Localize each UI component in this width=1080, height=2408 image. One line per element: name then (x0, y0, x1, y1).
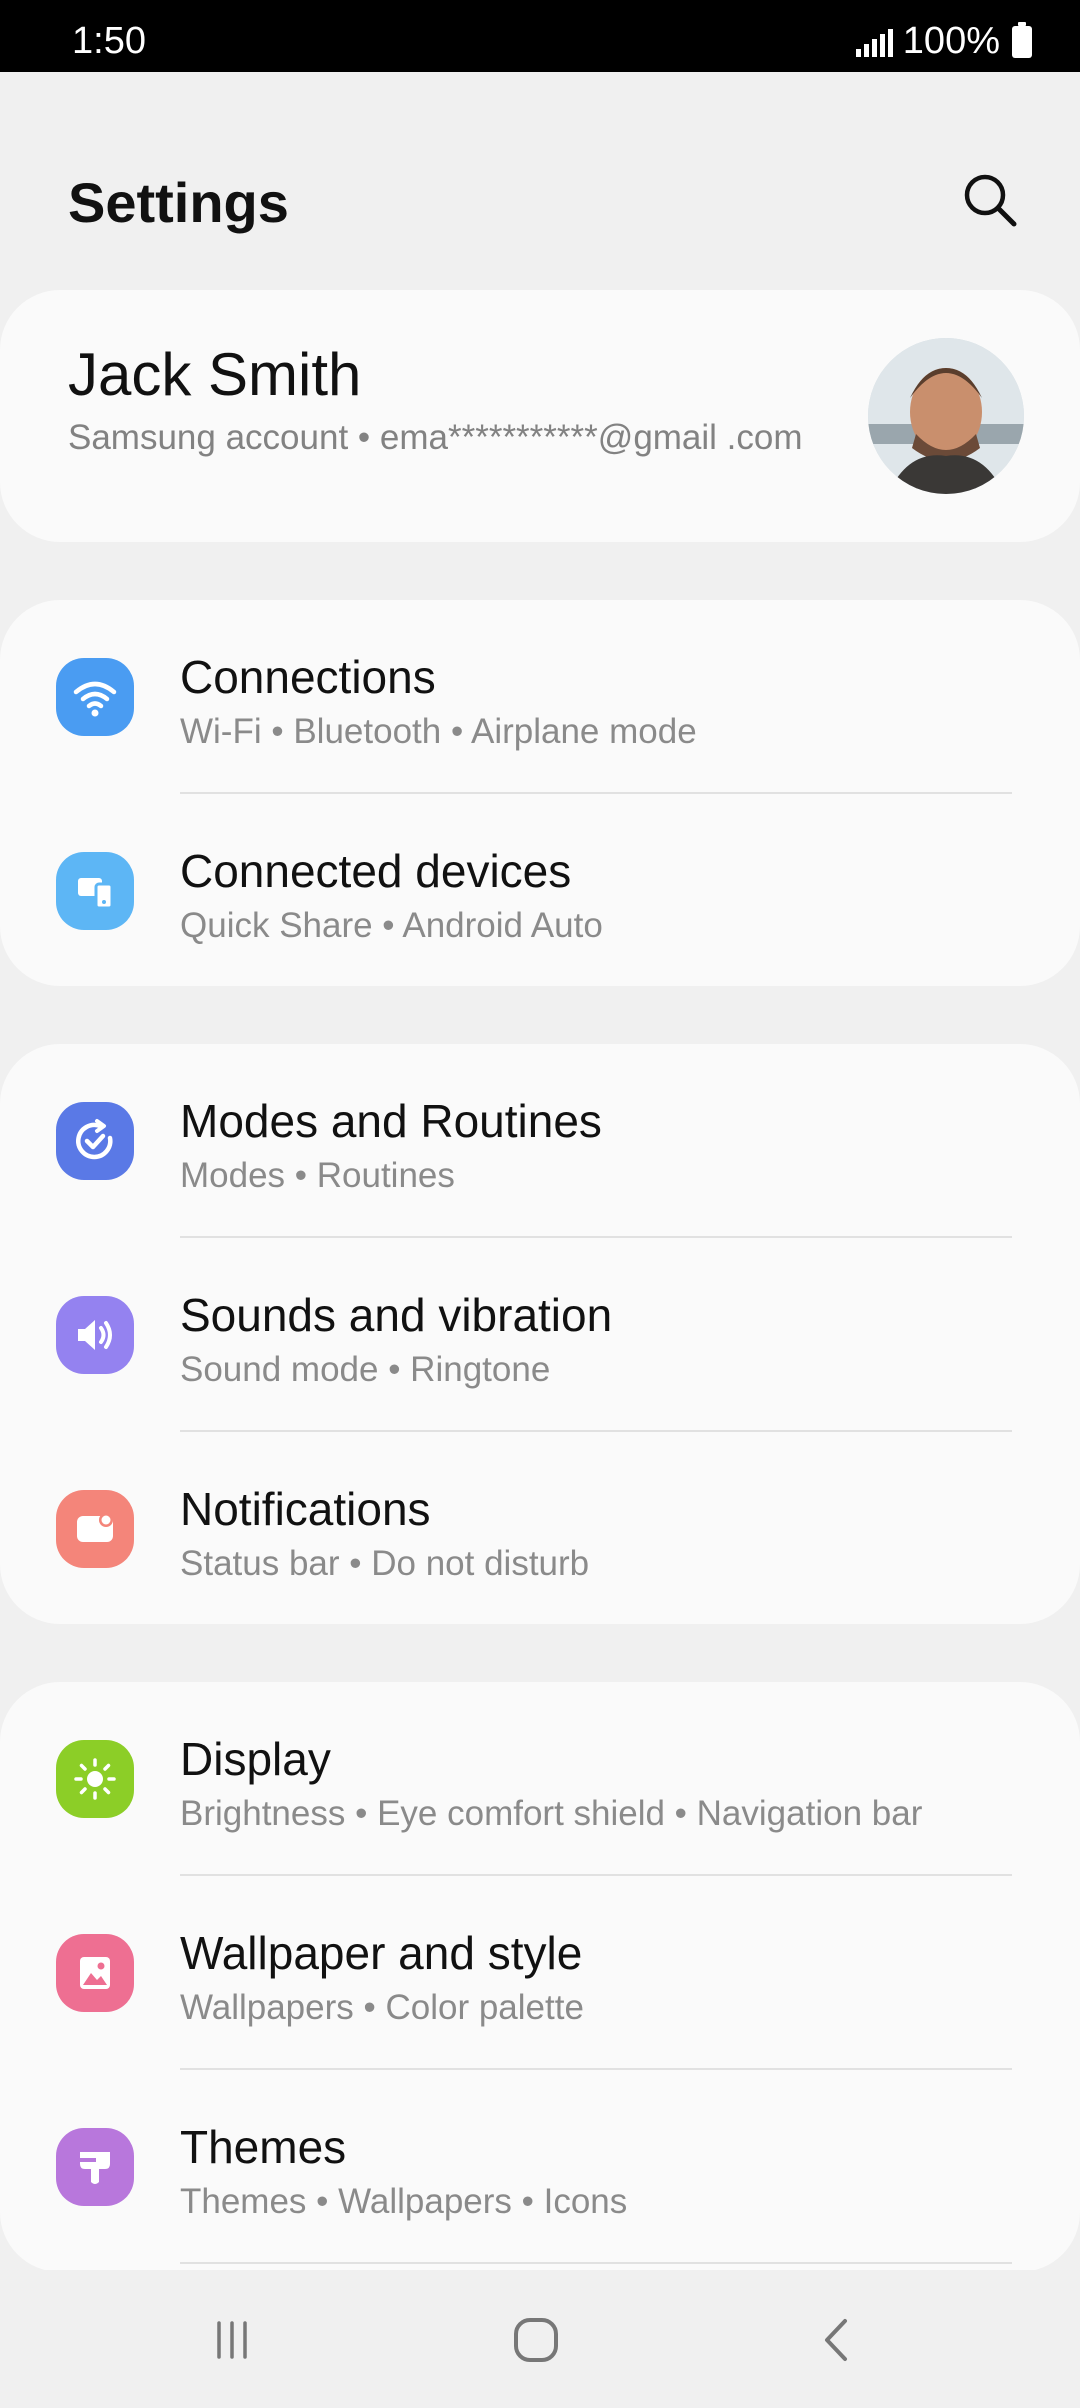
settings-item-notifications[interactable]: Notifications Status bar • Do not distur… (0, 1432, 1080, 1626)
settings-group-3: Display Brightness • Eye comfort shield … (0, 1682, 1080, 2272)
search-button[interactable] (958, 168, 1022, 232)
page-title: Settings (68, 171, 289, 234)
settings-group-1: Connections Wi-Fi • Bluetooth • Airplane… (0, 600, 1080, 986)
image-icon (56, 1934, 134, 2012)
settings-item-display[interactable]: Display Brightness • Eye comfort shield … (0, 1682, 1080, 1876)
item-subtitle: Brightness • Eye comfort shield • Naviga… (180, 1794, 923, 1833)
item-title: Wallpaper and style (180, 1927, 583, 1979)
item-subtitle: Status bar • Do not disturb (180, 1544, 590, 1583)
notification-icon (56, 1490, 134, 1568)
divider (180, 2262, 1012, 2264)
settings-item-connections[interactable]: Connections Wi-Fi • Bluetooth • Airplane… (0, 600, 1080, 794)
back-button[interactable] (798, 2300, 878, 2380)
signal-icon (855, 27, 893, 57)
item-subtitle: Sound mode • Ringtone (180, 1350, 551, 1389)
settings-item-sounds-and-vibration[interactable]: Sounds and vibration Sound mode • Ringto… (0, 1238, 1080, 1432)
battery-icon (1012, 21, 1032, 58)
navigation-bar (0, 2270, 1080, 2408)
back-icon (825, 2319, 847, 2361)
status-indicators: 100% (855, 20, 1032, 63)
item-title: Display (180, 1733, 331, 1785)
sun-icon (56, 1740, 134, 1818)
search-icon (964, 174, 1017, 227)
settings-group-2: Modes and Routines Modes • Routines Soun… (0, 1044, 1080, 1624)
item-subtitle: Wi-Fi • Bluetooth • Airplane mode (180, 712, 697, 751)
status-time: 1:50 (72, 20, 146, 62)
item-title: Connected devices (180, 845, 572, 897)
settings-item-modes-and-routines[interactable]: Modes and Routines Modes • Routines (0, 1044, 1080, 1238)
item-title: Notifications (180, 1483, 431, 1535)
account-subtitle: Samsung account • ema***********@gmail .… (68, 418, 803, 457)
avatar (868, 338, 1024, 494)
battery-percent: 100% (902, 20, 1000, 62)
account-name: Jack Smith (68, 341, 362, 408)
item-title: Connections (180, 651, 436, 703)
item-title: Themes (180, 2121, 347, 2173)
home-button[interactable] (496, 2300, 576, 2380)
speaker-icon (56, 1296, 134, 1374)
item-subtitle: Quick Share • Android Auto (180, 906, 603, 945)
wifi-icon (56, 658, 134, 736)
settings-item-connected-devices[interactable]: Connected devices Quick Share • Android … (0, 794, 1080, 988)
item-subtitle: Wallpapers • Color palette (180, 1988, 584, 2027)
home-icon (514, 2318, 558, 2362)
item-subtitle: Themes • Wallpapers • Icons (180, 2182, 628, 2221)
settings-item-wallpaper-and-style[interactable]: Wallpaper and style Wallpapers • Color p… (0, 1876, 1080, 2070)
devices-icon (56, 852, 134, 930)
item-title: Modes and Routines (180, 1095, 602, 1147)
recent-apps-icon (217, 2321, 247, 2359)
account-card[interactable]: Jack Smith Samsung account • ema********… (0, 290, 1080, 542)
routines-icon (56, 1102, 134, 1180)
settings-item-themes[interactable]: Themes Themes • Wallpapers • Icons (0, 2070, 1080, 2264)
status-bar: 1:50 100% (0, 0, 1080, 72)
brush-icon (56, 2128, 134, 2206)
item-title: Sounds and vibration (180, 1289, 613, 1341)
item-subtitle: Modes • Routines (180, 1156, 455, 1195)
recent-apps-button[interactable] (192, 2300, 272, 2380)
